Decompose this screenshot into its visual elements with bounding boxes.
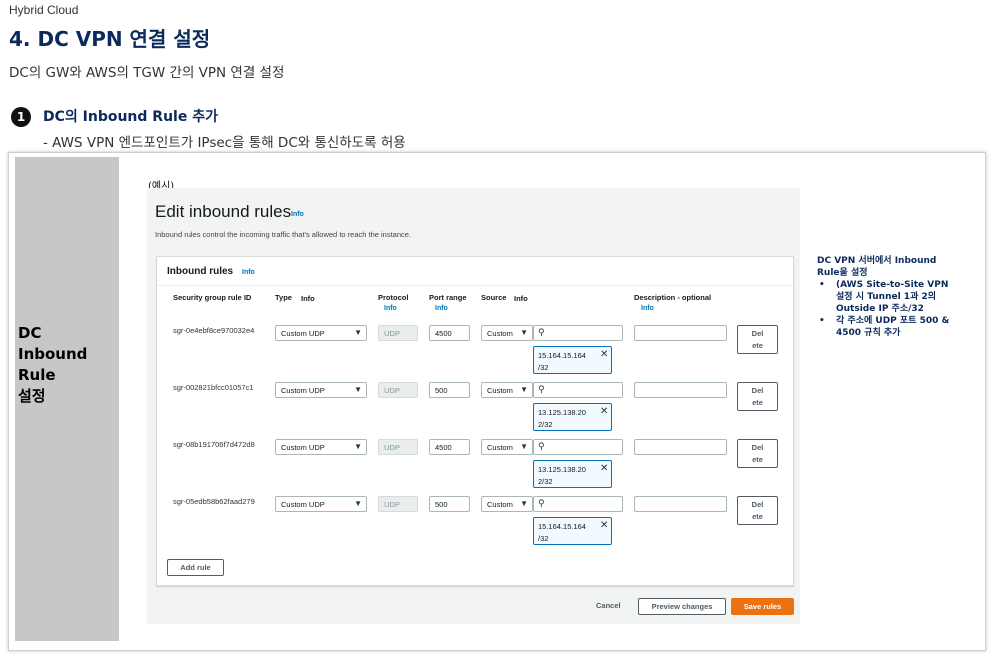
note-bullet: 각 주소에 UDP 포트 500 & 4500 규칙 추가 <box>817 315 957 339</box>
close-icon[interactable]: ✕ <box>600 349 608 361</box>
annotation-note: DC VPN 서버에서 Inbound Rule을 설정 (AWS Site-t… <box>817 255 957 339</box>
delete-button[interactable]: Del ete <box>737 325 778 354</box>
port-range-input[interactable]: 4500 <box>429 439 470 455</box>
rule-id: sgr-0e4ebf8ce970032e4 <box>173 326 255 335</box>
slide-title: 4. DC VPN 연결 설정 <box>9 27 211 51</box>
step-number-badge: 1 <box>11 107 31 127</box>
caret-down-icon: ▼ <box>520 499 528 508</box>
table-row: sgr-08b191706f7d472d8 Custom UDP ▼ UDP 45… <box>157 437 793 494</box>
step-description: - AWS VPN 엔드포인트가 IPsec을 통해 DC와 통신하도록 허용 <box>43 135 406 151</box>
type-select[interactable]: Custom UDP ▼ <box>275 439 367 455</box>
cidr-token: 13.125.138.20 2/32 ✕ <box>533 403 612 431</box>
column-header-type: Type <box>275 293 292 302</box>
column-header-source: Source <box>481 293 507 302</box>
table-row: sgr-002821bfcc01057c1 Custom UDP ▼ UDP 50… <box>157 380 793 437</box>
protocol-field: UDP <box>378 382 418 398</box>
description-input[interactable] <box>634 325 727 341</box>
column-header-protocol: Protocol <box>378 293 409 302</box>
source-search-input[interactable]: ⚲ <box>533 325 623 341</box>
table-row: sgr-0e4ebf8ce970032e4 Custom UDP ▼ UDP 45… <box>157 323 793 380</box>
cidr-token: 13.125.138.20 2/32 ✕ <box>533 460 612 488</box>
title-info-link[interactable]: Info <box>291 211 304 218</box>
note-bullets: (AWS Site-to-Site VPN 설정 시 Tunnel 1과 2의 … <box>817 279 957 339</box>
search-icon: ⚲ <box>538 499 545 509</box>
type-info-link[interactable]: Info <box>301 294 315 303</box>
column-header-port-range: Port range <box>429 293 467 302</box>
console-screenshot: Edit inbound rules Info Inbound rules co… <box>147 188 800 624</box>
delete-button[interactable]: Del ete <box>737 382 778 411</box>
port-range-info-link[interactable]: Info <box>435 305 448 312</box>
protocol-field: UDP <box>378 325 418 341</box>
caret-down-icon: ▼ <box>354 328 362 337</box>
close-icon[interactable]: ✕ <box>600 463 608 475</box>
source-search-input[interactable]: ⚲ <box>533 382 623 398</box>
caret-down-icon: ▼ <box>354 442 362 451</box>
protocol-field: UDP <box>378 496 418 512</box>
note-bullet: (AWS Site-to-Site VPN 설정 시 Tunnel 1과 2의 … <box>817 279 957 315</box>
cancel-button[interactable]: Cancel <box>596 601 621 610</box>
panel-title: Inbound rules <box>167 266 234 277</box>
type-select[interactable]: Custom UDP ▼ <box>275 496 367 512</box>
search-icon: ⚲ <box>538 385 545 395</box>
search-icon: ⚲ <box>538 328 545 338</box>
port-range-input[interactable]: 4500 <box>429 325 470 341</box>
side-label: DC Inbound Rule 설정 <box>18 324 88 405</box>
description-input[interactable] <box>634 439 727 455</box>
rule-id: sgr-002821bfcc01057c1 <box>173 383 254 392</box>
save-rules-button[interactable]: Save rules <box>731 598 794 615</box>
delete-button[interactable]: Del ete <box>737 439 778 468</box>
rule-id: sgr-05edb58b62faad279 <box>173 497 255 506</box>
description-info-link[interactable]: Info <box>641 305 654 312</box>
step-title: DC의 Inbound Rule 추가 <box>43 109 218 125</box>
preview-changes-button[interactable]: Preview changes <box>638 598 726 615</box>
source-search-input[interactable]: ⚲ <box>533 439 623 455</box>
caret-down-icon: ▼ <box>520 385 528 394</box>
close-icon[interactable]: ✕ <box>600 520 608 532</box>
cidr-token: 15.164.15.164 /32 ✕ <box>533 517 612 545</box>
column-header-description: Description - optional <box>634 293 712 302</box>
add-rule-button[interactable]: Add rule <box>167 559 224 576</box>
caret-down-icon: ▼ <box>520 328 528 337</box>
description-input[interactable] <box>634 382 727 398</box>
slide-subtitle: DC의 GW와 AWS의 TGW 간의 VPN 연결 설정 <box>9 65 285 81</box>
cidr-token: 15.164.15.164 /32 ✕ <box>533 346 612 374</box>
side-block: DC Inbound Rule 설정 <box>15 157 119 641</box>
caret-down-icon: ▼ <box>520 442 528 451</box>
description-input[interactable] <box>634 496 727 512</box>
source-select[interactable]: Custom ▼ <box>481 439 533 455</box>
page-title: Edit inbound rules <box>155 202 292 221</box>
column-header-rule-id: Security group rule ID <box>173 293 252 302</box>
type-select[interactable]: Custom UDP ▼ <box>275 325 367 341</box>
port-range-input[interactable]: 500 <box>429 496 470 512</box>
protocol-field: UDP <box>378 439 418 455</box>
note-heading: DC VPN 서버에서 Inbound Rule을 설정 <box>817 256 937 278</box>
close-icon[interactable]: ✕ <box>600 406 608 418</box>
source-select[interactable]: Custom ▼ <box>481 325 533 341</box>
source-select[interactable]: Custom ▼ <box>481 496 533 512</box>
page-description: Inbound rules control the incoming traff… <box>155 230 412 239</box>
protocol-info-link[interactable]: Info <box>384 305 397 312</box>
source-select[interactable]: Custom ▼ <box>481 382 533 398</box>
table-row: sgr-05edb58b62faad279 Custom UDP ▼ UDP 50… <box>157 494 793 551</box>
port-range-input[interactable]: 500 <box>429 382 470 398</box>
type-select[interactable]: Custom UDP ▼ <box>275 382 367 398</box>
panel-divider <box>157 285 793 286</box>
panel-info-link[interactable]: Info <box>242 269 255 276</box>
source-search-input[interactable]: ⚲ <box>533 496 623 512</box>
search-icon: ⚲ <box>538 442 545 452</box>
rule-id: sgr-08b191706f7d472d8 <box>173 440 255 449</box>
caret-down-icon: ▼ <box>354 385 362 394</box>
source-info-link[interactable]: Info <box>514 294 528 303</box>
caret-down-icon: ▼ <box>354 499 362 508</box>
top-label: Hybrid Cloud <box>9 3 79 17</box>
inbound-rules-panel: Inbound rules Info Security group rule I… <box>156 256 794 586</box>
delete-button[interactable]: Del ete <box>737 496 778 525</box>
